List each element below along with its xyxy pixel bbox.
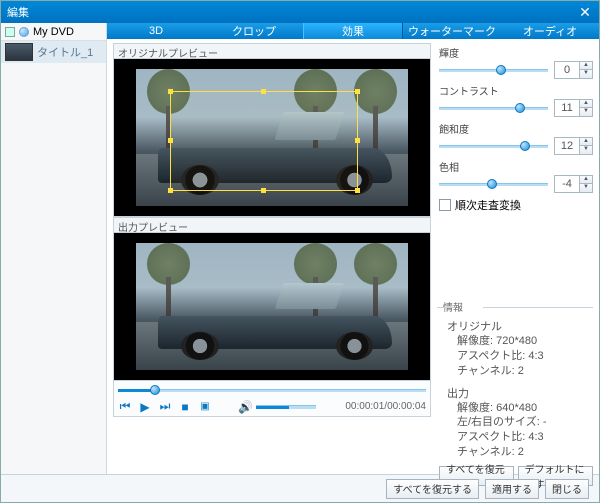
next-button[interactable]: ⏭ bbox=[158, 399, 172, 414]
spinner-down-icon[interactable]: ▼ bbox=[580, 70, 592, 78]
window-title: 編集 bbox=[7, 4, 29, 20]
saturation-label: 飽和度 bbox=[439, 121, 593, 136]
contrast-slider[interactable] bbox=[439, 102, 548, 114]
tab-3d[interactable]: 3D bbox=[107, 23, 205, 39]
tab-effect[interactable]: 効果 bbox=[303, 23, 403, 39]
play-button[interactable]: ▶ bbox=[138, 400, 152, 414]
contrast-spinner[interactable]: 11▲▼ bbox=[554, 99, 593, 117]
stop-button[interactable]: ■ bbox=[178, 400, 192, 414]
info-original-aspect: アスペクト比: 4:3 bbox=[447, 349, 593, 364]
info-output-lr: 左/右目のサイズ: - bbox=[447, 415, 593, 430]
sidebar-header[interactable]: My DVD bbox=[1, 23, 106, 41]
seek-slider[interactable] bbox=[118, 385, 426, 395]
volume-slider[interactable] bbox=[256, 405, 316, 409]
saturation-slider[interactable] bbox=[439, 140, 548, 152]
spinner-up-icon[interactable]: ▲ bbox=[580, 138, 592, 146]
effects-panel: 輝度 0▲▼ コントラスト 11▲▼ 飽和度 bbox=[437, 43, 593, 486]
info-output-resolution: 解像度: 640*480 bbox=[447, 401, 593, 416]
sidebar-root-label: My DVD bbox=[33, 26, 74, 38]
brightness-slider[interactable] bbox=[439, 64, 548, 76]
output-preview-label: 出力プレビュー bbox=[113, 217, 431, 233]
crop-box[interactable] bbox=[170, 91, 358, 191]
close-icon[interactable]: ✕ bbox=[577, 4, 593, 20]
sidebar-item-label: タイトル_1 bbox=[37, 44, 93, 60]
disc-icon bbox=[19, 27, 29, 37]
info-output-title: 出力 bbox=[447, 385, 593, 401]
deinterlace-label: 順次走査変換 bbox=[455, 197, 521, 213]
original-preview-label: オリジナルプレビュー bbox=[113, 43, 431, 59]
player-bar: ⏮ ▶ ⏭ ■ ▣ 🔊 00:00:01/00:00:04 bbox=[113, 381, 431, 417]
volume-icon[interactable]: 🔊 bbox=[238, 400, 252, 414]
checkbox-icon[interactable] bbox=[439, 199, 451, 211]
deinterlace-checkbox[interactable]: 順次走査変換 bbox=[439, 197, 593, 213]
thumbnail-icon bbox=[5, 43, 33, 61]
output-preview-pane bbox=[113, 233, 431, 381]
spinner-up-icon[interactable]: ▲ bbox=[580, 176, 592, 184]
sidebar-item-title1[interactable]: タイトル_1 bbox=[1, 41, 106, 63]
brightness-spinner[interactable]: 0▲▼ bbox=[554, 61, 593, 79]
saturation-spinner[interactable]: 12▲▼ bbox=[554, 137, 593, 155]
spinner-down-icon[interactable]: ▼ bbox=[580, 184, 592, 192]
info-original-channels: チャンネル: 2 bbox=[447, 364, 593, 379]
contrast-label: コントラスト bbox=[439, 83, 593, 98]
spinner-down-icon[interactable]: ▼ bbox=[580, 146, 592, 154]
info-original-resolution: 解像度: 720*480 bbox=[447, 334, 593, 349]
hue-label: 色相 bbox=[439, 159, 593, 174]
footer-restore-all-button[interactable]: すべてを復元する bbox=[386, 479, 479, 499]
spinner-down-icon[interactable]: ▼ bbox=[580, 108, 592, 116]
checkbox-icon[interactable] bbox=[5, 27, 15, 37]
sidebar: My DVD タイトル_1 bbox=[1, 23, 107, 474]
seek-knob[interactable] bbox=[150, 385, 160, 395]
close-button[interactable]: 閉じる bbox=[545, 479, 589, 499]
timecode: 00:00:01/00:00:04 bbox=[345, 401, 426, 412]
info-heading: 情報 bbox=[439, 299, 593, 314]
hue-spinner[interactable]: -4▲▼ bbox=[554, 175, 593, 193]
titlebar: 編集 ✕ bbox=[1, 1, 599, 23]
info-original-title: オリジナル bbox=[447, 318, 593, 334]
brightness-label: 輝度 bbox=[439, 45, 593, 60]
apply-button[interactable]: 適用する bbox=[485, 479, 539, 499]
tab-audio[interactable]: オーディオ bbox=[501, 23, 599, 39]
info-output-aspect: アスペクト比: 4:3 bbox=[447, 430, 593, 445]
prev-button[interactable]: ⏮ bbox=[118, 399, 132, 414]
tab-crop[interactable]: クロップ bbox=[205, 23, 303, 39]
info-output-channels: チャンネル: 2 bbox=[447, 445, 593, 460]
spinner-up-icon[interactable]: ▲ bbox=[580, 100, 592, 108]
tab-bar: 3D クロップ 効果 ウォーターマーク オーディオ bbox=[107, 23, 599, 39]
tab-watermark[interactable]: ウォーターマーク bbox=[403, 23, 501, 39]
original-preview-pane bbox=[113, 59, 431, 217]
snapshot-button[interactable]: ▣ bbox=[198, 401, 212, 412]
hue-slider[interactable] bbox=[439, 178, 548, 190]
spinner-up-icon[interactable]: ▲ bbox=[580, 62, 592, 70]
